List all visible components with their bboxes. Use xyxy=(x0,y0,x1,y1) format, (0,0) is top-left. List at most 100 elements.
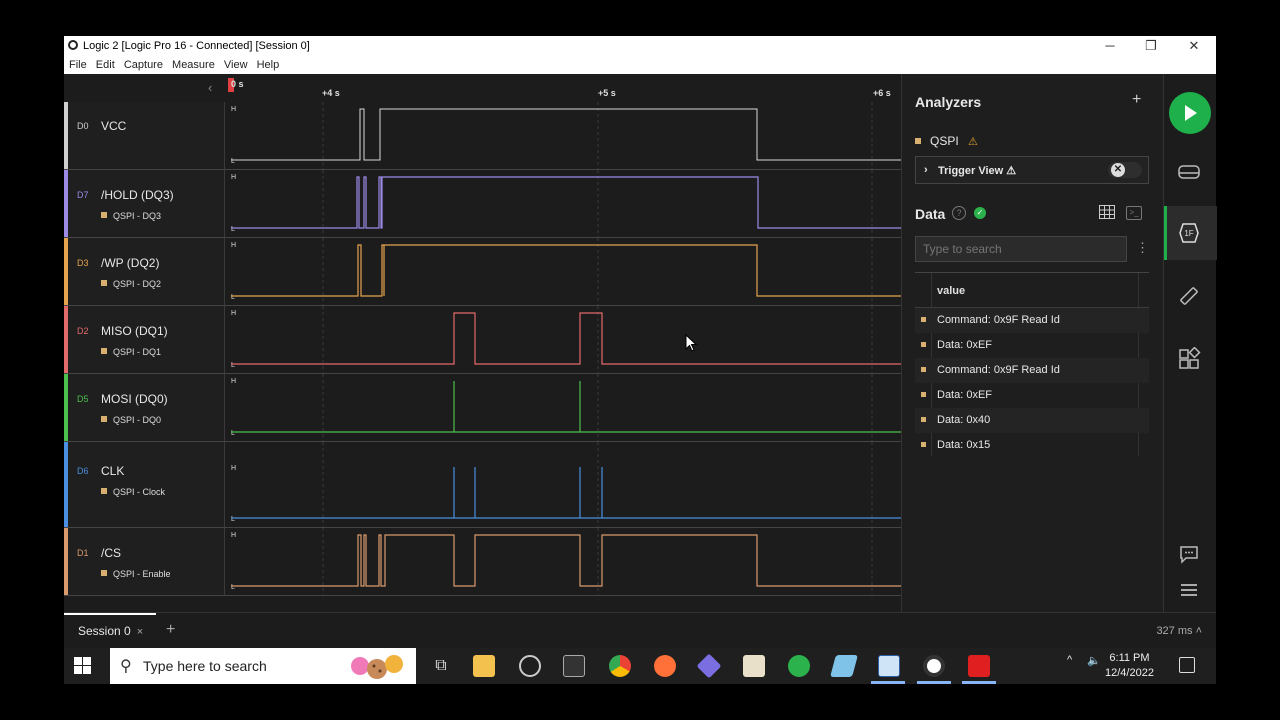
channel-analyzer-label: QSPI - Clock xyxy=(113,487,166,497)
close-button[interactable]: ✕ xyxy=(1174,36,1214,56)
volume-icon[interactable]: 🔈 xyxy=(1087,654,1101,667)
task-view-icon[interactable]: ⧉ xyxy=(430,655,452,677)
firefox-icon[interactable] xyxy=(654,655,676,677)
taskbar-search-box[interactable]: ⚲ Type here to search xyxy=(110,648,416,684)
close-session-icon[interactable]: × xyxy=(137,626,143,638)
obs-icon[interactable] xyxy=(519,655,541,677)
channel-row-d7[interactable]: D7 /HOLD (DQ3) QSPI - DQ3 H L xyxy=(64,170,901,238)
minimize-button[interactable]: ─ xyxy=(1090,36,1130,56)
menu-hamburger-icon[interactable] xyxy=(1177,578,1201,602)
taskbar-clock[interactable]: 6:11 PM 12/4/2022 xyxy=(1105,651,1154,681)
channel-label[interactable]: D6 CLK QSPI - Clock xyxy=(64,442,225,527)
channel-analyzer-label: QSPI - Enable xyxy=(113,569,171,579)
data-search-input[interactable] xyxy=(915,236,1127,262)
window-title: Logic 2 [Logic Pro 16 - Connected] [Sess… xyxy=(83,40,310,52)
table-row[interactable]: Data: 0xEF xyxy=(915,333,1149,358)
channel-number: D2 xyxy=(77,326,89,336)
channel-row-d6[interactable]: D6 CLK QSPI - Clock H L xyxy=(64,442,901,528)
table-view-icon[interactable] xyxy=(1099,205,1115,219)
table-row[interactable]: Data: 0xEF xyxy=(915,383,1149,408)
clock-time: 6:11 PM xyxy=(1109,652,1150,664)
chevron-right-icon[interactable]: › xyxy=(924,164,928,176)
channel-row-d2[interactable]: D2 MISO (DQ1) QSPI - DQ1 H L xyxy=(64,306,901,374)
table-row[interactable]: Data: 0x40 xyxy=(915,408,1149,433)
channel-row-d1[interactable]: D1 /CS QSPI - Enable H L xyxy=(64,528,901,596)
collapse-labels-chevron-icon[interactable]: ‹ xyxy=(208,80,212,95)
channel-analyzer-tag: QSPI - DQ1 xyxy=(101,347,161,357)
menu-help[interactable]: Help xyxy=(257,56,280,74)
channel-color-bar xyxy=(64,238,68,305)
menu-edit[interactable]: Edit xyxy=(96,56,115,74)
windows-start-icon[interactable] xyxy=(74,657,92,675)
waveform-d5[interactable]: H L xyxy=(226,374,901,441)
add-session-button[interactable]: + xyxy=(166,621,175,639)
terminal-icon[interactable] xyxy=(563,655,585,677)
app-diamond-icon[interactable] xyxy=(696,653,722,679)
channel-row-d5[interactable]: D5 MOSI (DQ0) QSPI - DQ0 H L xyxy=(64,374,901,442)
channel-label[interactable]: D5 MOSI (DQ0) QSPI - DQ0 xyxy=(64,374,225,441)
feedback-chat-icon[interactable] xyxy=(1177,542,1201,566)
table-row[interactable]: Command: 0x9F Read Id xyxy=(915,308,1149,333)
chrome-icon[interactable] xyxy=(609,655,631,677)
channel-number: D0 xyxy=(77,121,89,131)
app-notepad-icon[interactable] xyxy=(830,655,858,677)
app-pe-icon[interactable] xyxy=(878,655,900,677)
close-icon[interactable]: ✕ xyxy=(1111,163,1125,177)
menu-capture[interactable]: Capture xyxy=(124,56,163,74)
device-icon[interactable] xyxy=(1177,160,1201,184)
trigger-view-toggle[interactable]: › Trigger View ⚠ ✕ xyxy=(915,156,1149,184)
channel-color-bar xyxy=(64,374,68,441)
channel-label[interactable]: D3 /WP (DQ2) QSPI - DQ2 xyxy=(64,238,225,305)
more-options-icon[interactable]: ⋮ xyxy=(1136,240,1149,256)
analyzer-item-qspi[interactable]: QSPI ⚠ xyxy=(915,134,978,148)
timeline-area: ‹ 0 s +4 s +5 s +6 s D0 VCC H L D7 /HOLD… xyxy=(64,74,901,612)
column-header-value[interactable]: value xyxy=(915,272,1149,308)
tray-chevron-up-icon[interactable]: ^ xyxy=(1067,654,1072,666)
terminal-view-icon[interactable]: >_ xyxy=(1126,206,1142,220)
channel-label[interactable]: D1 /CS QSPI - Enable xyxy=(64,528,225,595)
table-row[interactable]: Data: 0x15 xyxy=(915,433,1149,458)
table-row[interactable]: Command: 0x9F Read Id xyxy=(915,358,1149,383)
channel-number: D6 xyxy=(77,466,89,476)
channel-analyzer-tag: QSPI - Clock xyxy=(101,487,165,497)
extensions-icon[interactable] xyxy=(1177,347,1201,371)
channel-label[interactable]: D7 /HOLD (DQ3) QSPI - DQ3 xyxy=(64,170,225,237)
zoom-level[interactable]: 327 ms ˄ xyxy=(1156,625,1202,637)
restore-button[interactable]: ❐ xyxy=(1131,36,1171,56)
channel-label[interactable]: D2 MISO (DQ1) QSPI - DQ1 xyxy=(64,306,225,373)
session-tab[interactable]: Session 0 × xyxy=(78,624,143,638)
level-low-label: L xyxy=(231,362,235,369)
logic2-taskbar-icon[interactable] xyxy=(923,655,945,677)
level-high-label: H xyxy=(231,465,236,472)
ruler-measure-icon[interactable] xyxy=(1177,284,1201,308)
waveform-d7[interactable]: H L xyxy=(226,170,901,237)
taskbar-active-indicator xyxy=(962,681,996,684)
waveform-d3[interactable]: H L xyxy=(226,238,901,305)
help-icon[interactable]: ? xyxy=(952,206,966,220)
app-xd-icon[interactable] xyxy=(743,655,765,677)
menu-file[interactable]: File xyxy=(69,56,87,74)
level-high-label: H xyxy=(231,378,236,385)
channel-label[interactable]: D0 VCC xyxy=(64,102,225,169)
add-analyzer-button[interactable]: + xyxy=(1132,91,1141,109)
menu-view[interactable]: View xyxy=(224,56,248,74)
play-icon xyxy=(1185,105,1197,121)
main-area: ‹ 0 s +4 s +5 s +6 s D0 VCC H L D7 /HOLD… xyxy=(64,74,1217,612)
channel-name: VCC xyxy=(101,119,127,133)
acrobat-icon[interactable] xyxy=(968,655,990,677)
notifications-icon[interactable] xyxy=(1179,657,1195,673)
channel-row-d0[interactable]: D0 VCC H L xyxy=(64,102,901,170)
waveform-d6[interactable]: H L xyxy=(226,442,901,527)
start-capture-button[interactable] xyxy=(1169,92,1211,134)
ruler-tick: +5 s xyxy=(598,88,616,98)
file-explorer-icon[interactable] xyxy=(473,655,495,677)
channel-row-d3[interactable]: D3 /WP (DQ2) QSPI - DQ2 H L xyxy=(64,238,901,306)
app-green-icon[interactable] xyxy=(788,655,810,677)
analyzers-1f-icon[interactable]: 1F xyxy=(1177,221,1201,245)
waveform-d1[interactable]: H L xyxy=(226,528,901,595)
waveform-d0[interactable]: H L xyxy=(226,102,901,169)
time-ruler[interactable]: 0 s +4 s +5 s +6 s xyxy=(227,74,901,102)
waveform-d2[interactable]: H L xyxy=(226,306,901,373)
menu-measure[interactable]: Measure xyxy=(172,56,215,74)
channel-name: /HOLD (DQ3) xyxy=(101,188,174,202)
